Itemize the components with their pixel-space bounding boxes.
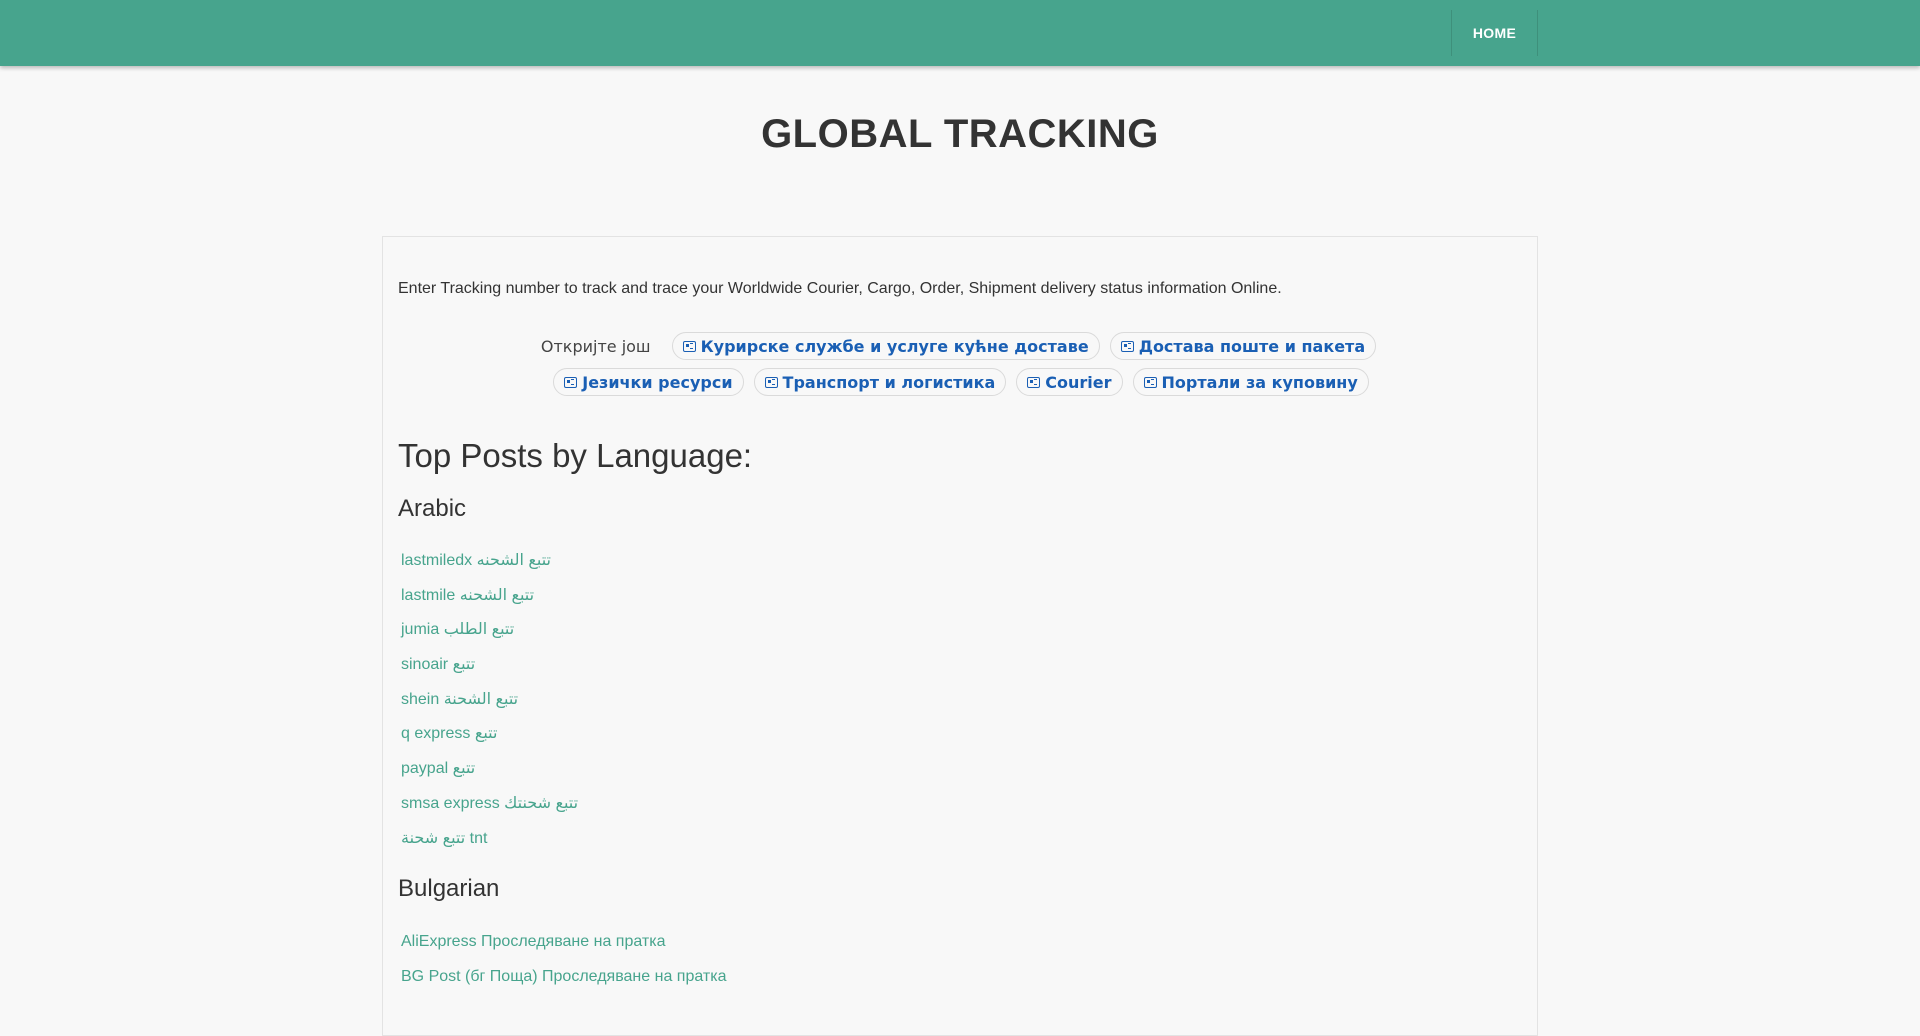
list-item: تتبع شحنة tnt: [401, 822, 578, 857]
content-panel: Enter Tracking number to track and trace…: [382, 236, 1538, 1036]
discover-chip[interactable]: Курирске службе и услуге кућне доставе: [671, 332, 1100, 360]
discover-row-1: Откријте још Курирске службе и услуге ку…: [383, 331, 1539, 361]
list-item: smsa express تتبع شحنتك: [401, 787, 578, 822]
list-item: jumia تتبع الطلب: [401, 613, 578, 648]
list-item: sinoair تتبع: [401, 648, 578, 683]
discover-chip[interactable]: Courier: [1016, 368, 1123, 396]
list-item: lastmile تتبع الشحنه: [401, 579, 578, 614]
nav-home-link[interactable]: HOME: [1451, 10, 1538, 56]
list-item: shein تتبع الشحنة: [401, 683, 578, 718]
post-link[interactable]: jumia تتبع الطلب: [401, 621, 514, 638]
post-list-arabic: lastmiledx تتبع الشحنه lastmile تتبع الش…: [401, 544, 578, 856]
news-card-icon: [1143, 376, 1157, 388]
chip-label: Транспорт и логистика: [782, 372, 996, 392]
discover-chip[interactable]: Портали за куповину: [1132, 368, 1369, 396]
post-link[interactable]: shein تتبع الشحنة: [401, 691, 518, 708]
intro-text: Enter Tracking number to track and trace…: [398, 280, 1282, 297]
discover-more: Откријте још Курирске службе и услуге ку…: [383, 331, 1539, 403]
post-link[interactable]: sinoair تتبع: [401, 656, 475, 673]
top-navbar: HOME: [0, 0, 1920, 66]
news-card-icon: [1120, 340, 1134, 352]
discover-row-2: Језички ресурси Транспорт и логистика Co…: [383, 367, 1539, 397]
post-link[interactable]: lastmile تتبع الشحنه: [401, 587, 534, 604]
language-heading-arabic: Arabic: [398, 495, 467, 522]
chip-label: Достава поште и пакета: [1138, 336, 1366, 356]
news-card-icon: [1027, 376, 1041, 388]
language-heading-bulgarian: Bulgarian: [398, 875, 500, 902]
chip-label: Courier: [1045, 372, 1112, 392]
discover-chip[interactable]: Достава поште и пакета: [1109, 332, 1377, 360]
site-title: GLOBAL TRACKING: [761, 112, 1159, 156]
chip-label: Курирске службе и услуге кућне доставе: [700, 336, 1089, 356]
post-link[interactable]: smsa express تتبع شحنتك: [401, 795, 578, 812]
post-link[interactable]: q express تتبع: [401, 725, 497, 742]
list-item: BG Post (бг Поща) Проследяване на пратка: [401, 960, 726, 995]
top-posts-heading: Top Posts by Language:: [398, 437, 753, 474]
list-item: q express تتبع: [401, 717, 578, 752]
chip-label: Језички ресурси: [582, 372, 733, 392]
news-card-icon: [682, 340, 696, 352]
post-link[interactable]: تتبع شحنة tnt: [401, 830, 487, 847]
discover-chip[interactable]: Језички ресурси: [553, 368, 744, 396]
post-list-bulgarian: AliExpress Проследяване на пратка BG Pos…: [401, 925, 726, 994]
list-item: AliExpress Проследяване на пратка: [401, 925, 726, 960]
news-card-icon: [564, 376, 578, 388]
post-link[interactable]: lastmiledx تتبع الشحنه: [401, 552, 551, 569]
post-link[interactable]: paypal تتبع: [401, 760, 475, 777]
news-card-icon: [764, 376, 778, 388]
post-link[interactable]: BG Post (бг Поща) Проследяване на пратка: [401, 968, 726, 985]
discover-chip[interactable]: Транспорт и логистика: [753, 368, 1007, 396]
discover-label: Откријте још: [540, 336, 651, 356]
post-link[interactable]: AliExpress Проследяване на пратка: [401, 933, 665, 950]
list-item: lastmiledx تتبع الشحنه: [401, 544, 578, 579]
chip-label: Портали за куповину: [1161, 372, 1358, 392]
list-item: paypal تتبع: [401, 752, 578, 787]
